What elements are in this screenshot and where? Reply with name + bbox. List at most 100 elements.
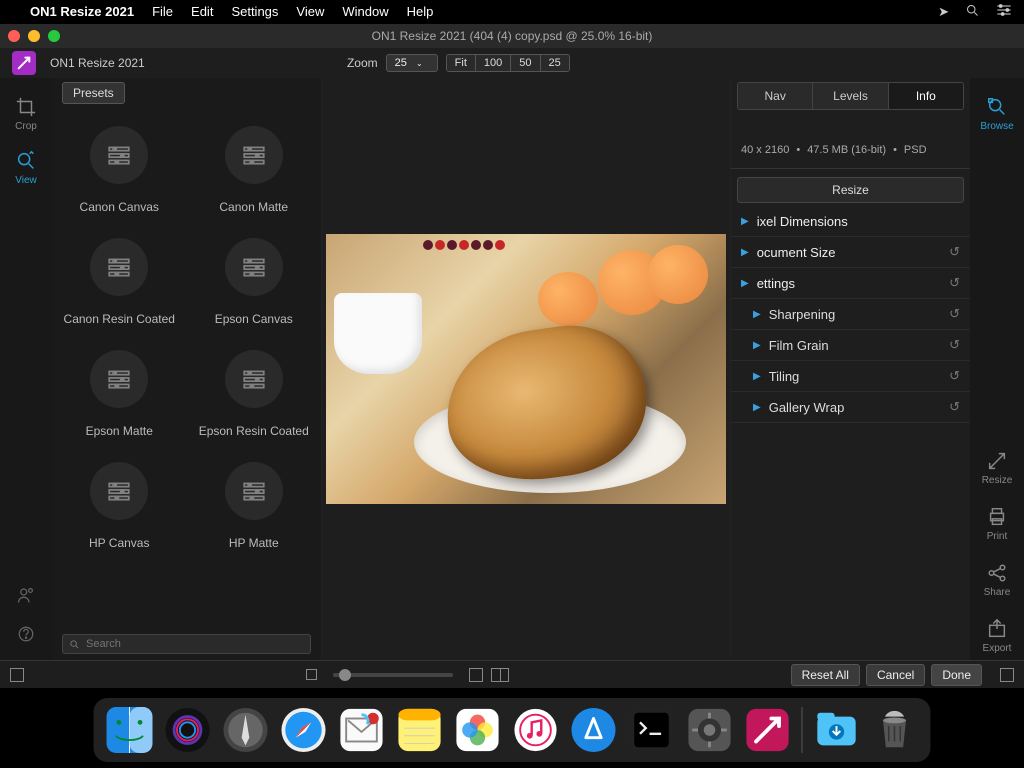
reset-icon[interactable]: ↺ xyxy=(949,337,960,353)
preset-item[interactable]: Canon Canvas xyxy=(52,114,187,226)
dock-safari-icon[interactable] xyxy=(278,704,330,756)
dock-notes-icon[interactable] xyxy=(394,704,446,756)
reset-all-button[interactable]: Reset All xyxy=(791,664,860,686)
window-close-button[interactable] xyxy=(8,30,20,42)
preset-thumb-icon xyxy=(225,238,283,296)
thumbnail-size-slider[interactable] xyxy=(333,673,453,677)
panel-toggle-right-icon[interactable] xyxy=(1000,668,1014,682)
reset-icon[interactable]: ↺ xyxy=(949,244,960,260)
menu-view[interactable]: View xyxy=(296,4,324,19)
export-tool[interactable]: Export xyxy=(983,618,1012,654)
browse-label: Browse xyxy=(980,121,1013,132)
spotlight-icon[interactable] xyxy=(965,3,980,21)
accordion-item[interactable]: ▶Tiling↺ xyxy=(731,361,970,392)
menu-settings[interactable]: Settings xyxy=(231,4,278,19)
user-icon[interactable] xyxy=(17,586,35,609)
dock-terminal-icon[interactable] xyxy=(626,704,678,756)
app-window: ON1 Resize 2021 (404 (4) copy.psd @ 25.0… xyxy=(0,24,1024,688)
zoom-25-button[interactable]: 25 xyxy=(541,55,569,71)
zoom-button-group: Fit 100 50 25 xyxy=(446,54,570,72)
preset-item[interactable]: Epson Matte xyxy=(52,338,187,450)
reset-icon[interactable]: ↺ xyxy=(949,399,960,415)
menu-help[interactable]: Help xyxy=(407,4,434,19)
chevron-right-icon: ▶ xyxy=(753,309,761,320)
preset-item[interactable]: Epson Canvas xyxy=(187,226,322,338)
tab-levels[interactable]: Levels xyxy=(813,83,888,109)
resize-tool[interactable]: Resize xyxy=(982,450,1013,486)
single-view-icon[interactable] xyxy=(306,669,317,680)
tab-nav[interactable]: Nav xyxy=(738,83,813,109)
left-tool-strip: Crop View xyxy=(0,78,52,660)
zoom-100-button[interactable]: 100 xyxy=(476,55,511,71)
crop-tool[interactable]: Crop xyxy=(15,96,37,132)
resize-label: Resize xyxy=(982,475,1013,486)
accordion-item[interactable]: ▶Gallery Wrap↺ xyxy=(731,392,970,423)
dock-downloads-icon[interactable] xyxy=(811,704,863,756)
preset-item[interactable]: Epson Resin Coated xyxy=(187,338,322,450)
preset-item[interactable]: Canon Resin Coated xyxy=(52,226,187,338)
search-icon xyxy=(69,639,80,650)
reset-icon[interactable]: ↺ xyxy=(949,368,960,384)
accordion-item[interactable]: ▶ettings↺ xyxy=(731,268,970,299)
preset-search-input[interactable] xyxy=(86,638,304,650)
dock-launchpad-icon[interactable] xyxy=(220,704,272,756)
menu-window[interactable]: Window xyxy=(342,4,388,19)
resize-header[interactable]: Resize xyxy=(737,177,964,203)
panel-toggle-left-icon[interactable] xyxy=(10,668,24,682)
dock-siri-icon[interactable] xyxy=(162,704,214,756)
canvas-area[interactable] xyxy=(322,78,730,660)
presets-panel: Presets Canon CanvasCanon MatteCanon Res… xyxy=(52,78,322,660)
dock-finder-icon[interactable] xyxy=(104,704,156,756)
accordion-label: ettings xyxy=(757,276,795,291)
dock-separator xyxy=(802,707,803,753)
view-label: View xyxy=(15,175,37,186)
help-icon[interactable] xyxy=(17,625,35,648)
preset-search-box[interactable] xyxy=(62,634,311,654)
window-minimize-button[interactable] xyxy=(28,30,40,42)
chevron-right-icon: ▶ xyxy=(753,371,761,382)
compare-view-icon[interactable] xyxy=(491,668,509,682)
zoom-fit-button[interactable]: Fit xyxy=(447,55,476,71)
preset-item[interactable]: HP Canvas xyxy=(52,450,187,562)
done-button[interactable]: Done xyxy=(931,664,982,686)
share-tool[interactable]: Share xyxy=(984,562,1011,598)
accordion-item[interactable]: ▶Film Grain↺ xyxy=(731,330,970,361)
dock-trash-icon[interactable] xyxy=(869,704,921,756)
print-tool[interactable]: Print xyxy=(986,506,1008,542)
reset-icon[interactable]: ↺ xyxy=(949,275,960,291)
preset-thumb-icon xyxy=(225,126,283,184)
presets-scroll[interactable]: Canon CanvasCanon MatteCanon Resin Coate… xyxy=(52,108,321,628)
preset-item[interactable]: Canon Matte xyxy=(187,114,322,226)
dock-mail-icon[interactable] xyxy=(336,704,388,756)
accordion-label: Film Grain xyxy=(769,338,829,353)
info-size: 47.5 MB (16-bit) xyxy=(807,144,886,156)
preset-item[interactable]: HP Matte xyxy=(187,450,322,562)
dock-settings-icon[interactable] xyxy=(684,704,736,756)
cancel-button[interactable]: Cancel xyxy=(866,664,925,686)
reset-icon[interactable]: ↺ xyxy=(949,306,960,322)
fit-view-icon[interactable] xyxy=(469,668,483,682)
view-tool[interactable]: View xyxy=(15,150,37,186)
right-panel: Nav Levels Info 40 x 2160 • 47.5 MB (16-… xyxy=(730,78,970,660)
presets-tab[interactable]: Presets xyxy=(62,82,125,104)
zoom-select[interactable]: 25 ⌄ xyxy=(386,54,438,72)
app-logo-icon[interactable] xyxy=(12,51,36,75)
menu-edit[interactable]: Edit xyxy=(191,4,213,19)
preset-label: Epson Matte xyxy=(86,424,153,438)
accordion-item[interactable]: ▶ocument Size↺ xyxy=(731,237,970,268)
cursor-icon[interactable]: ➤ xyxy=(938,4,949,20)
accordion-item[interactable]: ▶ixel Dimensions xyxy=(731,207,970,237)
dock-photos-icon[interactable] xyxy=(452,704,504,756)
app-toolbar: ON1 Resize 2021 Zoom 25 ⌄ Fit 100 50 25 xyxy=(0,48,1024,78)
tab-info[interactable]: Info xyxy=(889,83,963,109)
zoom-50-button[interactable]: 50 xyxy=(511,55,540,71)
accordion-item[interactable]: ▶Sharpening↺ xyxy=(731,299,970,330)
menu-file[interactable]: File xyxy=(152,4,173,19)
browse-tool[interactable]: Browse xyxy=(980,96,1013,132)
dock-on1-icon[interactable] xyxy=(742,704,794,756)
control-center-icon[interactable] xyxy=(996,3,1012,20)
window-maximize-button[interactable] xyxy=(48,30,60,42)
dock-music-icon[interactable] xyxy=(510,704,562,756)
dock-appstore-icon[interactable] xyxy=(568,704,620,756)
app-name[interactable]: ON1 Resize 2021 xyxy=(30,4,134,19)
